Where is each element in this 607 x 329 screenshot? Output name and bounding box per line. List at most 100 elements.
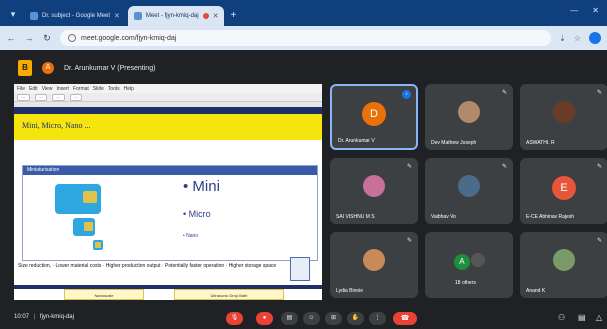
presentation-toolbar: ··· ··· ··· ··· [14, 93, 322, 102]
menu-insert[interactable]: Insert [56, 86, 69, 92]
leave-call-button[interactable]: ☎ [393, 312, 417, 325]
slide-body-text: Size reduction, · Lower material costs ·… [18, 263, 277, 269]
participant-name: Anand K [526, 288, 546, 294]
meet-favicon-icon [133, 12, 142, 20]
reload-icon[interactable]: ↻ [42, 33, 52, 44]
participant-tile[interactable]: ✎ Vaibhav Vo [425, 158, 513, 224]
bookmark-star-icon[interactable]: ☆ [574, 34, 581, 43]
avatar [470, 252, 485, 267]
new-tab-icon[interactable]: + [230, 10, 236, 21]
participant-tile[interactable]: E ✎ E-CE Abhinav Rajesh [520, 158, 607, 224]
university-logo-icon [290, 257, 310, 281]
avatar [458, 174, 480, 197]
participant-tile[interactable]: ✎ Anand K [520, 232, 607, 298]
tab-title: Dr. subject - Google Meet [42, 13, 111, 19]
participant-name: Vaibhav Vo [431, 214, 456, 220]
browser-tab[interactable]: Dr. subject - Google Meet ✕ [24, 6, 126, 26]
slide-top-band [14, 107, 322, 114]
menu-slide[interactable]: Slide [93, 86, 104, 92]
slide-title: Mini, Micro, Nano ... [22, 121, 91, 130]
meeting-info: 10:07 | fjyn-kmiq-daj [14, 314, 74, 320]
avatar: E [552, 175, 576, 200]
menu-file[interactable]: File [17, 86, 25, 92]
tab-search-icon[interactable]: ▾ [6, 7, 20, 21]
present-button[interactable]: ⊞ [325, 312, 342, 325]
participant-tile[interactable]: ✎ SAI VISHNU M S [330, 158, 418, 224]
back-icon[interactable]: ← [6, 33, 16, 43]
participant-name: SAI VISHNU M S [336, 214, 375, 220]
presenting-label: Dr. Arunkumar V (Presenting) [64, 64, 156, 72]
toolbar-control[interactable]: ··· [34, 93, 47, 101]
url-text: meet.google.com/fjyn-kmiq-daj [81, 34, 177, 42]
captions-button[interactable]: ▤ [281, 312, 298, 325]
menu-format[interactable]: Format [73, 86, 89, 92]
meet-window: ▾ Dr. subject - Google Meet ✕ Meet - fjy… [0, 0, 607, 329]
shared-screen[interactable]: File Edit View Insert Format Slide Tools… [14, 84, 322, 300]
mic-off-icon: ✎ [501, 164, 507, 170]
meeting-time: 10:07 [14, 314, 30, 320]
mic-off-icon: ✎ [406, 164, 412, 170]
participant-tile[interactable]: D ♪ Dr. Arunkumar V [330, 84, 418, 150]
browser-tab-strip: ▾ Dr. subject - Google Meet ✕ Meet - fjy… [0, 0, 607, 26]
forward-icon[interactable]: → [24, 33, 34, 43]
presentation-menubar: File Edit View Insert Format Slide Tools… [14, 84, 322, 93]
meet-header: B A Dr. Arunkumar V (Presenting) [0, 54, 607, 82]
avatar [363, 174, 385, 197]
section-header: Miniaturisation [23, 166, 317, 175]
mic-off-icon: ✎ [596, 238, 602, 244]
slide-canvas: Mini, Micro, Nano ... Miniaturisation • … [14, 107, 322, 300]
next-slide-thumb: Ultrasonic Drop Bath [174, 289, 284, 300]
close-tab-icon[interactable]: ✕ [213, 12, 219, 20]
activities-icon[interactable]: △ [596, 313, 602, 322]
camera-off-button[interactable]: ● [256, 312, 273, 325]
participant-tile[interactable]: ✎ Dev Mathew Joseph [425, 84, 513, 150]
download-icon[interactable]: ⇣ [559, 34, 566, 43]
mic-off-button[interactable]: 🎙 [226, 312, 243, 325]
menu-help[interactable]: Help [124, 86, 134, 92]
menu-view[interactable]: View [42, 86, 53, 92]
presenter-avatar: A [42, 62, 54, 74]
participant-name: Dr. Arunkumar V [338, 138, 375, 144]
chat-icon[interactable]: ▤ [578, 313, 586, 322]
browser-tab-active[interactable]: Meet - fjyn-kmiq-daj ✕ [127, 6, 225, 26]
bullet-micro: • Micro [183, 209, 211, 219]
participant-tile-others[interactable]: A 18 others [425, 232, 513, 298]
site-info-icon[interactable] [68, 34, 76, 42]
toolbar-control[interactable]: ··· [17, 93, 30, 101]
minimize-icon[interactable]: — [570, 6, 578, 15]
next-slide-thumb: Nanoscale [64, 289, 144, 300]
others-count: 18 others [455, 280, 476, 286]
people-icon[interactable]: ⚇ [558, 313, 565, 322]
sim-chip [95, 242, 101, 248]
emoji-button[interactable]: ☺ [303, 312, 320, 325]
close-tab-icon[interactable]: ✕ [114, 12, 120, 20]
raise-hand-button[interactable]: ✋ [347, 312, 364, 325]
more-options-button[interactable]: ⋮ [369, 312, 386, 325]
menu-tools[interactable]: Tools [108, 86, 120, 92]
participant-name: E-CE Abhinav Rajesh [526, 214, 575, 220]
meet-favicon-icon [30, 12, 38, 20]
mic-off-icon: ✎ [596, 90, 602, 96]
meeting-controls-bar: 10:07 | fjyn-kmiq-daj 🎙 ● ▤ ☺ ⊞ ✋ ⋮ ☎ ⚇ … [0, 304, 607, 329]
participant-tile[interactable]: ✎ Lydia Binnie [330, 232, 418, 298]
toolbar-icons: ⇣ ☆ [559, 32, 601, 44]
toolbar-control[interactable]: ··· [69, 93, 82, 101]
mic-off-icon: ✎ [501, 90, 507, 96]
google-meet-logo-icon: B [18, 60, 32, 76]
close-window-icon[interactable]: ✕ [592, 6, 599, 15]
avatar: A [453, 253, 470, 270]
speaking-icon: ♪ [402, 90, 411, 99]
avatar [458, 100, 480, 123]
tab-title: Meet - fjyn-kmiq-daj [145, 13, 199, 19]
profile-avatar[interactable] [589, 32, 601, 44]
participant-name: Lydia Binnie [336, 288, 364, 294]
bullet-nano: • Nano [183, 233, 199, 239]
participant-name: Dev Mathew Joseph [431, 140, 477, 146]
menu-edit[interactable]: Edit [29, 86, 38, 92]
participant-tile[interactable]: ✎ ASWATHI. R [520, 84, 607, 150]
avatar: D [362, 101, 386, 126]
url-input[interactable]: meet.google.com/fjyn-kmiq-daj [60, 30, 552, 46]
address-bar: ← → ↻ meet.google.com/fjyn-kmiq-daj ⇣ ☆ [0, 26, 607, 50]
slide-content-frame: Miniaturisation • Mini • Micro • Nano [22, 165, 318, 261]
toolbar-control[interactable]: ··· [52, 93, 65, 101]
